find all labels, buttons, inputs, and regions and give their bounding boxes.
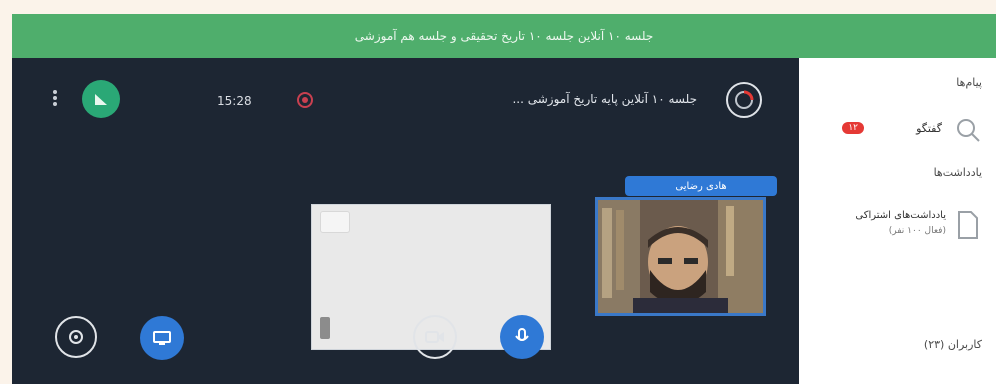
whiteboard-toolbar[interactable] [320,211,350,233]
webcam-feed-image [598,200,763,313]
document-icon [958,211,978,239]
settings-button[interactable] [55,316,97,358]
stage-topbar: 15:28 جلسه ۱۰ آنلاین پایه تاریخ آموزشی .… [12,58,799,126]
pen-tool-icon[interactable] [320,317,330,339]
banner-text: جلسه ۱۰ آنلاین جلسه ۱۰ تاریخ تحقیقی و جل… [354,29,654,43]
screen-share-button[interactable] [140,316,184,360]
meeting-stage: 15:28 جلسه ۱۰ آنلاین پایه تاریخ آموزشی .… [12,58,799,384]
microphone-icon [515,328,529,341]
sidebar-panel: پیام‌ها گفتگو ۱۲ یادداشت‌ها یادداشت‌های … [799,58,996,384]
session-banner: جلسه ۱۰ آنلاین جلسه ۱۰ تاریخ تحقیقی و جل… [12,14,996,58]
video-camera-icon [425,331,444,343]
search-icon [957,119,980,142]
recording-status-button[interactable] [726,82,762,118]
sidebar-messages-heading: پیام‌ها [956,76,982,89]
more-options-icon[interactable] [50,88,60,114]
chat-label: گفتگو [916,122,942,135]
record-icon[interactable] [297,92,313,108]
user-avatar-button[interactable] [82,80,120,118]
unread-count-badge: ۱۲ [842,122,864,134]
notes-item-subtext: (فعال ۱۰۰ نفر) [888,226,946,236]
notes-item-label: یادداشت‌های اشتراکی [855,210,946,221]
sidebar-users-heading: کاربران (۲۳) [923,338,982,351]
gear-icon [69,330,83,344]
screen-icon [153,331,171,345]
participant-name: هادی رضایی [675,180,727,192]
sidebar-item-shared-notes[interactable]: یادداشت‌های اشتراکی (فعال ۱۰۰ نفر) [799,188,996,258]
camera-toggle-button[interactable] [413,315,457,359]
participant-video[interactable] [595,197,766,316]
session-timer: 15:28 [217,94,252,108]
timer-ring-icon [735,90,754,109]
avatar-icon [95,94,107,105]
microphone-button[interactable] [500,315,544,359]
sidebar-item-chat[interactable]: گفتگو ۱۲ [799,104,996,154]
meeting-title: جلسه ۱۰ آنلاین پایه تاریخ آموزشی ... [512,92,697,106]
participant-name-badge: هادی رضایی [625,176,777,196]
sidebar-notes-heading: یادداشت‌ها [933,166,982,179]
app-frame: جلسه ۱۰ آنلاین جلسه ۱۰ تاریخ تحقیقی و جل… [12,14,996,384]
